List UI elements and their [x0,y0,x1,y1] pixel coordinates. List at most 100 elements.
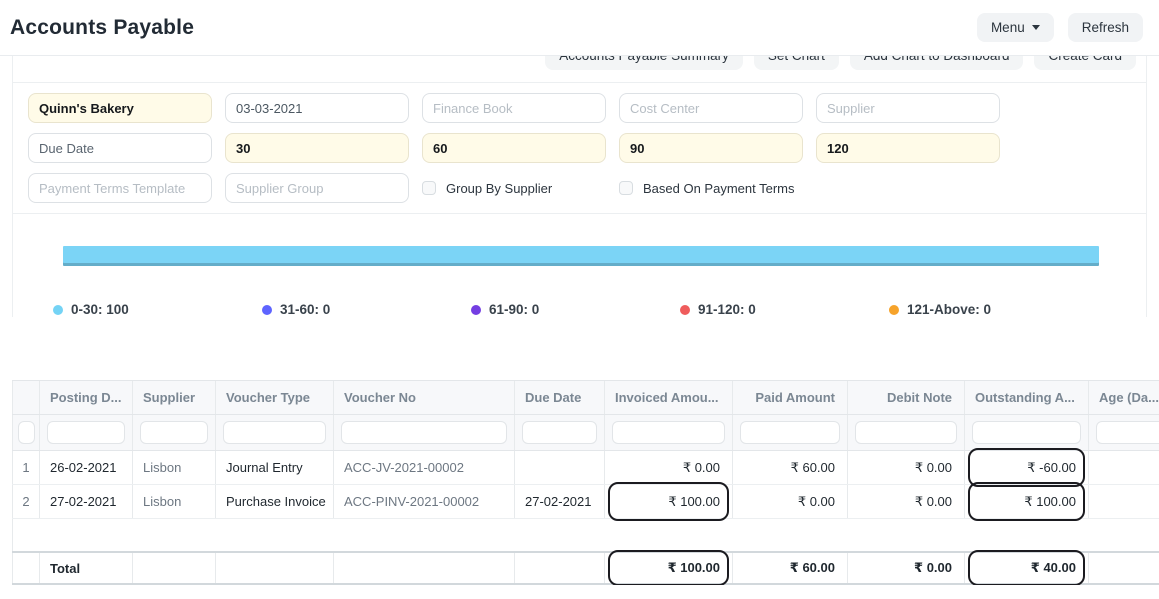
header-age-days[interactable]: Age (Da... [1089,381,1159,414]
company-field[interactable] [28,93,212,123]
legend-item: 121-Above: 0 [889,302,1098,317]
header-index [12,381,40,414]
top-header: Accounts Payable Menu Refresh [0,0,1159,56]
create-card-button[interactable]: Create Card [1034,56,1136,70]
legend-item: 31-60: 0 [262,302,471,317]
group-by-supplier-checkbox[interactable] [422,181,436,195]
cell-age[interactable] [1089,451,1159,484]
filter-voucher-no-input[interactable] [341,421,507,444]
legend-label: 61-90: 0 [489,302,539,317]
table-total-row: Total ₹ 100.00 ₹ 60.00 ₹ 0.00 ₹ 40.00 [12,551,1159,585]
total-index [12,553,40,583]
legend-item: 91-120: 0 [680,302,889,317]
group-by-supplier-label: Group By Supplier [446,181,552,196]
ageing-chart: 0-30: 100 31-60: 0 61-90: 0 91-120: 0 12… [13,214,1146,317]
header-due-date[interactable]: Due Date [515,381,605,414]
accounts-payable-summary-button[interactable]: Accounts Payable Summary [545,56,743,70]
cell-age[interactable] [1089,485,1159,518]
filter-age-input[interactable] [1096,421,1159,444]
legend-label: 0-30: 100 [71,302,129,317]
secondary-toolbar-clipped: Accounts Payable Summary Set Chart Add C… [13,56,1146,82]
legend-dot-icon [889,305,899,315]
header-supplier[interactable]: Supplier [133,381,216,414]
ageing-range2-field[interactable] [422,133,606,163]
total-invoiced-amount-highlighted[interactable]: ₹ 100.00 [605,553,733,583]
report-datatable: Posting D... Supplier Voucher Type Vouch… [12,380,1159,585]
total-paid-amount[interactable]: ₹ 60.00 [733,553,848,583]
legend-dot-icon [53,305,63,315]
topbar-actions: Menu Refresh [977,13,1143,42]
total-debit-note[interactable]: ₹ 0.00 [848,553,965,583]
ageing-based-on-select[interactable]: Due Date [28,133,212,163]
filter-voucher-type-input[interactable] [223,421,326,444]
filter-debit-note-input[interactable] [855,421,957,444]
cell-paid-amount[interactable]: ₹ 60.00 [733,451,848,484]
filter-index-input[interactable] [18,421,35,444]
legend-label: 31-60: 0 [280,302,330,317]
page-title: Accounts Payable [10,16,194,40]
total-age [1089,553,1159,583]
filter-outstanding-amount-input[interactable] [972,421,1081,444]
chart-legend: 0-30: 100 31-60: 0 61-90: 0 91-120: 0 12… [53,302,1146,317]
legend-dot-icon [680,305,690,315]
legend-dot-icon [471,305,481,315]
header-debit-note[interactable]: Debit Note [848,381,965,414]
legend-label: 91-120: 0 [698,302,756,317]
header-voucher-type[interactable]: Voucher Type [216,381,334,414]
table-header-row: Posting D... Supplier Voucher Type Vouch… [12,380,1159,415]
filter-posting-date-input[interactable] [47,421,125,444]
filter-paid-amount-input[interactable] [740,421,840,444]
header-outstanding-amount[interactable]: Outstanding A... [965,381,1089,414]
cell-outstanding-amount-highlighted[interactable]: ₹ 100.00 [965,485,1089,518]
header-invoiced-amount[interactable]: Invoiced Amou... [605,381,733,414]
header-paid-amount[interactable]: Paid Amount [733,381,848,414]
percentage-bar-segment-0-30[interactable] [63,246,1099,266]
cell-voucher-no-link[interactable]: ACC-PINV-2021-00002 [334,485,515,518]
supplier-group-field[interactable] [225,173,409,203]
supplier-field[interactable] [816,93,1000,123]
total-outstanding-amount-highlighted[interactable]: ₹ 40.00 [965,553,1089,583]
total-due-date [515,553,605,583]
table-gap [12,519,1159,551]
cell-invoiced-amount[interactable]: ₹ 0.00 [605,451,733,484]
cell-voucher-no-link[interactable]: ACC-JV-2021-00002 [334,451,515,484]
filter-due-date-input[interactable] [522,421,597,444]
cell-posting-date[interactable]: 27-02-2021 [40,485,133,518]
finance-book-field[interactable] [422,93,606,123]
ageing-range1-field[interactable] [225,133,409,163]
add-chart-to-dashboard-button[interactable]: Add Chart to Dashboard [850,56,1024,70]
based-on-payment-terms-label: Based On Payment Terms [643,181,795,196]
cell-voucher-type[interactable]: Purchase Invoice [216,485,334,518]
filter-invoiced-amount-input[interactable] [612,421,725,444]
based-on-payment-terms-checkbox[interactable] [619,181,633,195]
chevron-down-icon [1032,25,1040,30]
cell-row-index: 1 [12,451,40,484]
ageing-range4-field[interactable] [816,133,1000,163]
total-supplier [133,553,216,583]
report-date-field[interactable] [225,93,409,123]
set-chart-button[interactable]: Set Chart [754,56,839,70]
cell-due-date[interactable]: 27-02-2021 [515,485,605,518]
filter-section: Due Date Group By Supplier Based On Paym… [13,82,1146,214]
cell-supplier[interactable]: Lisbon [133,485,216,518]
cell-debit-note[interactable]: ₹ 0.00 [848,451,965,484]
cell-due-date[interactable] [515,451,605,484]
table-filter-row [12,415,1159,451]
cell-voucher-type[interactable]: Journal Entry [216,451,334,484]
cost-center-field[interactable] [619,93,803,123]
cell-invoiced-amount-highlighted[interactable]: ₹ 100.00 [605,485,733,518]
menu-button-label: Menu [991,20,1025,35]
payment-terms-template-field[interactable] [28,173,212,203]
menu-button[interactable]: Menu [977,13,1054,42]
cell-supplier[interactable]: Lisbon [133,451,216,484]
cell-paid-amount[interactable]: ₹ 0.00 [733,485,848,518]
cell-debit-note[interactable]: ₹ 0.00 [848,485,965,518]
header-posting-date[interactable]: Posting D... [40,381,133,414]
filter-supplier-input[interactable] [140,421,208,444]
header-voucher-no[interactable]: Voucher No [334,381,515,414]
legend-item: 0-30: 100 [53,302,262,317]
cell-posting-date[interactable]: 26-02-2021 [40,451,133,484]
cell-outstanding-amount-highlighted[interactable]: ₹ -60.00 [965,451,1089,484]
ageing-range3-field[interactable] [619,133,803,163]
refresh-button[interactable]: Refresh [1068,13,1143,42]
